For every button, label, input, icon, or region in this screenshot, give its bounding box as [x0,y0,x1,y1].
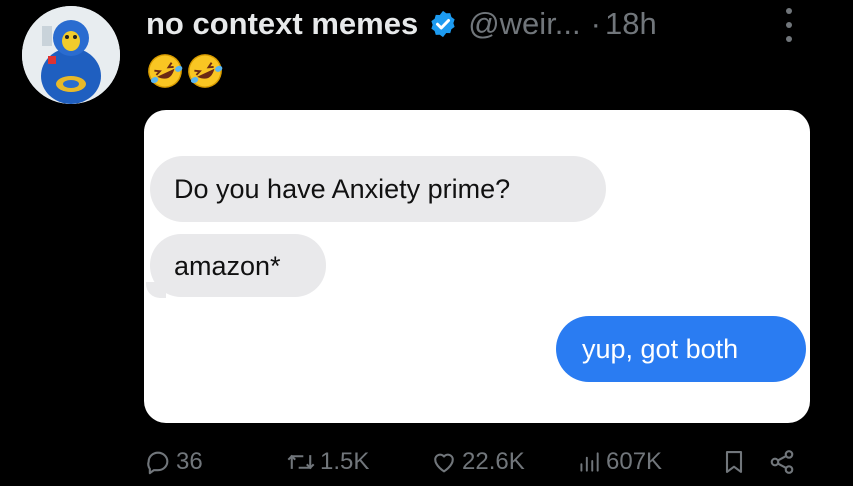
laughing-emoji-icon [188,54,223,88]
bookmark-icon [725,451,743,473]
reply-icon [147,451,169,475]
repost-button[interactable]: 1.5K [286,448,369,476]
repost-count: 1.5K [320,448,370,475]
more-options-icon[interactable] [782,8,796,42]
share-button[interactable] [768,448,800,476]
like-icon [434,453,454,473]
message-text: amazon* [174,251,281,281]
verified-badge-icon [428,9,458,39]
bookmark-button[interactable] [720,448,752,476]
like-button[interactable]: 22.6K [430,448,525,476]
message-bubble-received: Do you have Anxiety prime? [150,156,606,222]
reply-button[interactable]: 36 [144,448,203,476]
like-count: 22.6K [462,448,525,475]
post-header: no context memes @weir... · 18h [146,2,657,46]
views-count: 607K [606,448,663,475]
avatar-image [22,6,120,104]
message-text: Do you have Anxiety prime? [174,174,511,204]
views-icon [580,452,599,472]
repost-icon [287,454,315,470]
action-bar: 36 1.5K 22.6K 607K [140,444,810,484]
post-text [146,52,224,92]
post-media-image[interactable]: Do you have Anxiety prime? amazon* yup, … [144,110,810,423]
avatar[interactable] [22,6,120,104]
author-handle[interactable]: @weir... [468,6,580,42]
separator-dot: · [590,6,601,41]
message-bubble-sent: yup, got both [556,316,806,382]
share-icon [770,450,794,474]
reply-count: 36 [176,448,203,475]
message-bubble-received: amazon* [150,234,326,297]
views-button[interactable]: 607K [576,448,662,476]
post-time[interactable]: 18h [605,6,657,42]
laughing-emoji-icon [148,54,183,88]
message-text: yup, got both [582,334,739,364]
author-name[interactable]: no context memes [146,6,418,42]
